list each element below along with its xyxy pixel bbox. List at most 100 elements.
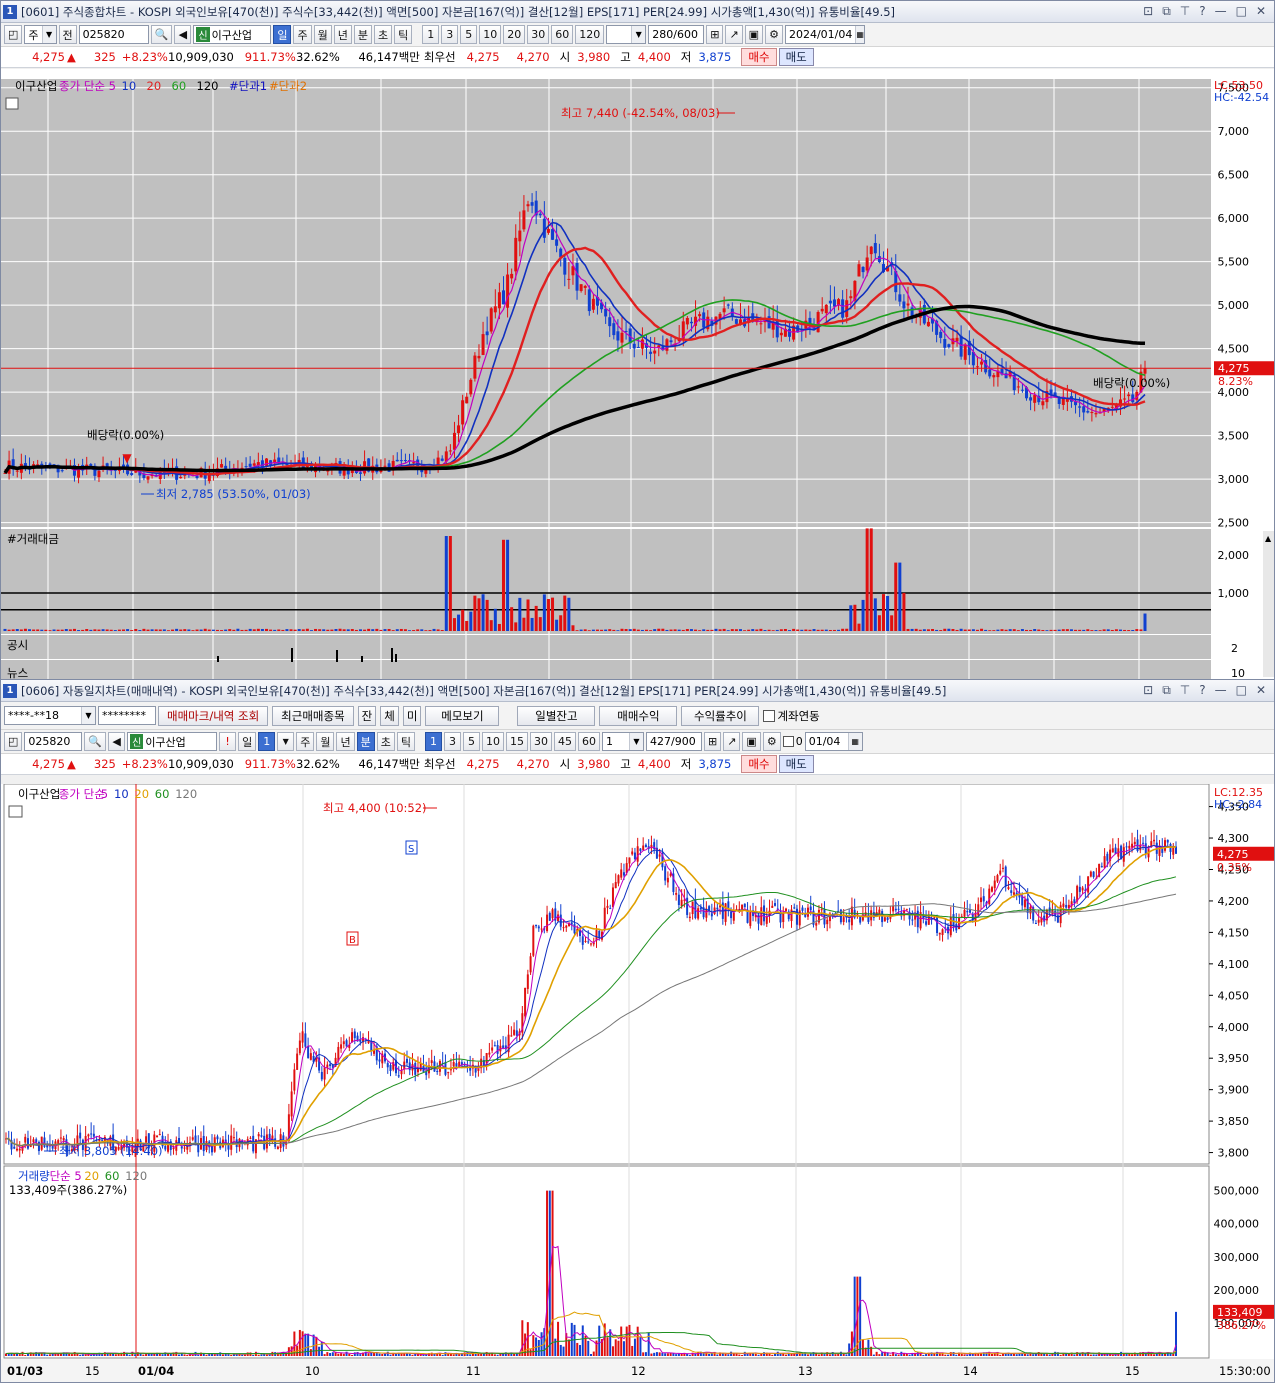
memo-button[interactable]: 메모보기 [425,705,500,726]
pin-icon[interactable]: ⊤ [1180,683,1190,698]
gear-icon[interactable]: ⚙ [765,25,783,44]
interval-1[interactable]: 1 [422,25,440,44]
unfilled-button[interactable]: 미 [402,705,422,726]
stock-name-field[interactable]: 신 이구산업 [127,732,218,751]
sound-icon[interactable]: ◀ [174,25,192,44]
draw-tool-icon[interactable]: ↗ [723,732,741,751]
date-field[interactable]: 2024/01/04 ▦ [784,25,865,44]
interval-10[interactable]: 10 [481,732,504,751]
tab-second[interactable]: 초 [376,732,395,751]
volume-bar [977,1353,980,1356]
tab-week[interactable]: 주 [296,732,315,751]
tab-year[interactable]: 년 [333,25,352,44]
custom-interval-select[interactable]: 1 ▼ [601,732,644,751]
copy-icon[interactable]: ⧉ [1162,4,1171,19]
interval-45[interactable]: 45 [553,732,576,751]
buy-button[interactable]: 매수 [741,48,777,66]
daily-price-chart[interactable]: 7,5007,0006,5006,0005,5005,0004,5004,000… [1,69,1274,679]
sell-button[interactable]: 매도 [778,48,814,66]
period-select[interactable]: 주 ▼ [24,25,57,44]
tab-month[interactable]: 월 [316,732,335,751]
code-input[interactable]: 025820 [24,732,83,751]
tab-year[interactable]: 년 [336,732,355,751]
window-titlebar[interactable]: 1 [0606] 자동일지차트(매매내역) - KOSPI 외국인보유[470(… [1,680,1274,702]
recent-trades-button[interactable]: 최근매매종목 [272,705,354,726]
sound-icon[interactable]: ◀ [108,732,126,751]
save-icon[interactable]: ▣ [742,732,761,751]
tab-week[interactable]: 주 [293,25,312,44]
interval-3[interactable]: 3 [443,732,461,751]
chart-menu-icon[interactable]: ◰ [4,25,23,44]
interval-5[interactable]: 5 [462,732,480,751]
minimize-icon[interactable]: — [1215,4,1227,19]
filled-button[interactable]: 체 [380,705,399,726]
interval-30[interactable]: 30 [529,732,552,751]
close-icon[interactable]: ✕ [1256,683,1266,698]
interval-20[interactable]: 20 [503,25,526,44]
copy-icon[interactable]: ⧉ [1162,683,1171,698]
balance-button[interactable]: 잔 [357,705,377,726]
volume-bar [949,1352,952,1356]
tab-day[interactable]: 일 [238,732,257,751]
search-icon[interactable]: 🔍 [150,25,173,44]
prev-button[interactable]: 전 [58,25,77,44]
search-icon[interactable]: 🔍 [84,732,107,751]
trade-profit-button[interactable]: 매매수익 [599,705,678,726]
tab-tick[interactable]: 틱 [394,25,413,44]
chart-type-icon[interactable]: ⊞ [706,25,724,44]
candle-body [532,925,535,956]
window-titlebar[interactable]: 1 [0601] 주식종합차트 - KOSPI 외국인보유[470(천)] 주식… [1,1,1274,23]
interval-10[interactable]: 10 [479,25,502,44]
interval-1[interactable]: 1 [424,732,442,751]
daily-balance-button[interactable]: 일별잔고 [517,705,596,726]
tab-second[interactable]: 초 [373,25,393,44]
sell-button[interactable]: 매도 [778,755,814,773]
stock-name-field[interactable]: 신 이구산업 [193,25,272,44]
amount-bar [640,629,644,631]
help-icon[interactable]: ? [1199,683,1205,698]
custom-interval-select[interactable]: ▼ [606,25,647,44]
code-input[interactable]: 025820 [78,25,149,44]
buy-button[interactable]: 매수 [741,755,777,773]
password-field[interactable]: ******** [98,706,156,725]
calendar-icon[interactable]: ▦ [855,26,864,43]
count-field[interactable]: 427/900 [645,732,702,751]
tab-day-count[interactable]: 1 [258,732,276,751]
close-icon[interactable]: ✕ [1256,4,1266,19]
chart-menu-icon[interactable]: ◰ [4,732,23,751]
tab-day-dropdown[interactable]: ▼ [277,732,295,751]
save-icon[interactable]: ▣ [744,25,764,44]
interval-120[interactable]: 120 [575,25,605,44]
trade-mark-query-button[interactable]: 매매마크/내역 조회 [158,705,269,726]
draw-tool-icon[interactable]: ↗ [725,25,743,44]
interval-15[interactable]: 15 [505,732,528,751]
account-select[interactable]: ****-**18 ▼ [4,706,96,725]
alert-icon[interactable]: ! [219,732,237,751]
interval-30[interactable]: 30 [527,25,550,44]
date-field[interactable]: 01/04 ▦ [804,732,863,751]
interval-3[interactable]: 3 [441,25,459,44]
tab-day[interactable]: 일 [273,25,292,44]
maximize-icon[interactable]: □ [1236,4,1247,19]
account-link-checkbox[interactable] [763,709,776,722]
interval-60[interactable]: 60 [577,732,600,751]
interval-60[interactable]: 60 [551,25,574,44]
maximize-icon[interactable]: □ [1236,683,1247,698]
link-icon[interactable]: ⊡ [1143,683,1153,698]
count-field[interactable]: 280/600 [648,25,705,44]
tab-minute[interactable]: 분 [356,732,375,751]
pin-icon[interactable]: ⊤ [1180,4,1190,19]
zero-checkbox[interactable] [782,736,794,747]
tab-minute[interactable]: 분 [353,25,372,44]
minimize-icon[interactable]: — [1215,683,1227,698]
return-trend-button[interactable]: 수익률추이 [681,705,760,726]
minute-price-chart[interactable]: 4,3504,3004,2504,2004,1504,1004,0504,000… [1,784,1274,1382]
tab-month[interactable]: 월 [313,25,332,44]
gear-icon[interactable]: ⚙ [762,732,781,751]
calendar-icon[interactable]: ▦ [847,733,862,750]
link-icon[interactable]: ⊡ [1143,4,1153,19]
help-icon[interactable]: ? [1199,4,1205,19]
chart-type-icon[interactable]: ⊞ [703,732,722,751]
interval-5[interactable]: 5 [460,25,478,44]
tab-tick[interactable]: 틱 [396,732,415,751]
